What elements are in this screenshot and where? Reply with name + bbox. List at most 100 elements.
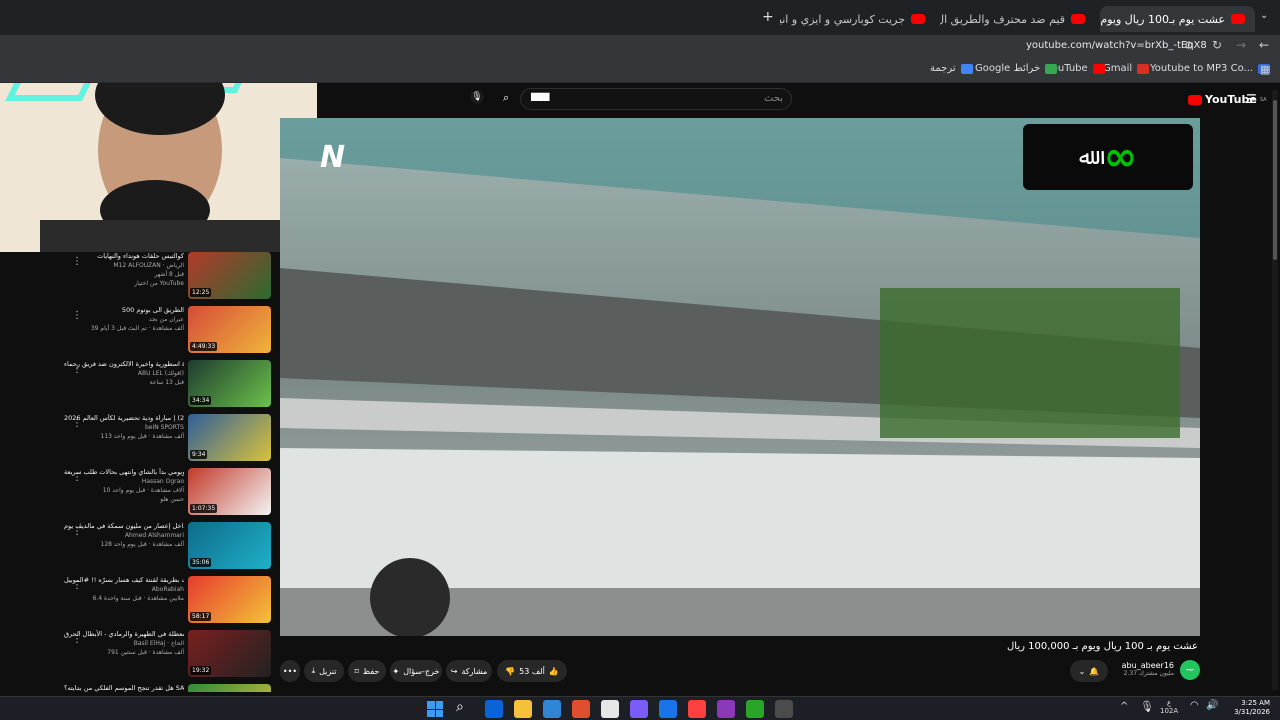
search-input[interactable]: بحث ▇▇▇: [520, 88, 792, 110]
ask-button[interactable]: ✦ خرج-سؤال: [390, 660, 442, 682]
microphone-icon[interactable]: 🎙: [470, 90, 484, 104]
wifi-icon[interactable]: ◠: [1190, 700, 1199, 711]
scrollbar-thumb[interactable]: [1273, 100, 1277, 260]
tab-3[interactable]: ✕ (24) جريت كوبارسي و ايزي و انيي: [780, 6, 935, 32]
bookmark-gmail[interactable]: Gmail: [1103, 63, 1150, 74]
bookmark-yt-mp3[interactable]: Youtube to MP3 Co...: [1150, 63, 1271, 74]
input-language[interactable]: ع 102A: [1160, 699, 1178, 715]
related-video-item[interactable]: ⋮ كوالتيس حلقات هونداء والنهايات M12 ALF…: [0, 252, 280, 302]
related-video-meta: روكيت ليق مباراة اسطورية واخيرة الالكترو…: [64, 360, 184, 387]
related-video-title[interactable]: تريث بطريقة لقنتة كيف هسار بسرّه !! #الم…: [64, 576, 184, 585]
forward-icon[interactable]: →: [1236, 38, 1246, 52]
youtube-header: [317, 84, 1280, 118]
related-video-thumbnail[interactable]: 9:34: [188, 414, 271, 461]
search-icon[interactable]: ⌕: [456, 699, 464, 715]
related-video-channel[interactable]: Basil ElHaj · الحاج: [64, 639, 184, 648]
youtube-logo[interactable]: YouTube SA: [1188, 93, 1267, 106]
taskbar-app-icon[interactable]: [717, 700, 735, 718]
all-bookmarks-icon[interactable]: ▦: [1260, 63, 1270, 76]
save-button[interactable]: ⌑ حفظ: [348, 660, 386, 682]
related-video-thumbnail[interactable]: 34:34: [188, 360, 271, 407]
taskbar-app-icon[interactable]: [688, 700, 706, 718]
dislike-icon[interactable]: 👎: [505, 667, 515, 676]
video-frame: [280, 118, 1200, 636]
watermark-logo: N: [320, 140, 346, 175]
related-video-item[interactable]: ⋮ هل تقدر تنجح الموسم الفلكي من بدايته؟ …: [0, 684, 280, 692]
related-video-item[interactable]: ⋮ سبحت داخل إعصار من مليون سمكة في مالدي…: [0, 522, 280, 572]
bookmark-translate[interactable]: ترجمة: [930, 63, 973, 74]
related-video-thumbnail[interactable]: 58:17: [188, 576, 271, 623]
youtube-favicon-icon: [911, 14, 925, 24]
like-dislike-button[interactable]: 👎 53 ألف 👍: [497, 660, 567, 682]
taskbar-app-icon[interactable]: [514, 700, 532, 718]
channel-avatar[interactable]: ~: [1180, 660, 1200, 680]
reload-icon[interactable]: ↻: [1212, 38, 1222, 52]
related-video-title[interactable]: متابعة في كندا.. ويومي بدأ بالشاي وانتهى…: [64, 468, 184, 477]
address-bar-row: youtube.com/watch?v=brXb_-tEqX8 ⚙ ↻ → ←: [0, 35, 1280, 59]
related-video-thumbnail[interactable]: 4:49:33: [188, 306, 271, 353]
taskbar-app-icon[interactable]: [746, 700, 764, 718]
volume-icon[interactable]: 🔊: [1206, 700, 1218, 711]
taskbar-app-icon[interactable]: [485, 700, 503, 718]
taskbar-app-icon[interactable]: [659, 700, 677, 718]
share-button[interactable]: ↪ مشاركة: [446, 660, 492, 682]
channel-name[interactable]: abu_abeer16: [1120, 661, 1174, 670]
related-video-item[interactable]: ⋮ سحروو على الدايمة المعطلة في الظهيرة و…: [0, 630, 280, 680]
related-video-title[interactable]: الطريق الى بوتوم 500: [64, 306, 184, 315]
back-icon[interactable]: ←: [1259, 38, 1269, 52]
maps-icon: [1045, 63, 1058, 74]
video-player[interactable]: N ﷲ ∞: [280, 118, 1200, 636]
related-video-channel[interactable]: Ahmed Alshammari: [64, 531, 184, 540]
related-video-item[interactable]: ⋮ الطريق الى بوتوم 500 عبران من نجد 39 أ…: [0, 306, 280, 356]
taskbar-app-icon[interactable]: [601, 700, 619, 718]
related-video-item[interactable]: ⋮ روكيت ليق مباراة اسطورية واخيرة الالكت…: [0, 360, 280, 410]
related-video-thumbnail[interactable]: 35:06: [188, 522, 271, 569]
url-field[interactable]: youtube.com/watch?v=brXb_-tEqX8: [1026, 40, 1207, 51]
related-video-item[interactable]: ⋮ متابعة في كندا.. ويومي بدأ بالشاي وانت…: [0, 468, 280, 518]
site-settings-icon[interactable]: ⚙: [1184, 39, 1194, 52]
taskbar-app-icon[interactable]: [543, 700, 561, 718]
microphone-icon[interactable]: 🎙: [1140, 700, 1154, 713]
related-video-title[interactable]: روكيت ليق مباراة اسطورية واخيرة الالكترو…: [64, 360, 184, 369]
more-actions-button[interactable]: •••: [280, 660, 300, 682]
related-video-thumbnail[interactable]: 1:07:35: [188, 468, 271, 515]
tab-2[interactable]: ✕ (24) قيم ضد محترف والطريق ال: [940, 6, 1095, 32]
related-video-item[interactable]: ⋮ ملخص مباراة المانيا وغانا (1-2) | مبار…: [0, 414, 280, 464]
duration-badge: 12:25: [190, 288, 212, 297]
related-video-thumbnail[interactable]: 19:32: [188, 630, 271, 677]
taskbar-app-icon[interactable]: [630, 700, 648, 718]
subscribe-bell-button[interactable]: ⌄ 🔔: [1070, 660, 1108, 682]
related-video-item[interactable]: ⋮ تريث بطريقة لقنتة كيف هسار بسرّه !! #ا…: [0, 576, 280, 626]
related-video-title[interactable]: كوالتيس حلقات هونداء والنهايات: [64, 252, 184, 261]
search-icon[interactable]: ⌕: [503, 91, 509, 105]
related-video-title[interactable]: سبحت داخل إعصار من مليون سمكة في مالديڤ …: [64, 522, 184, 531]
related-video-channel[interactable]: ABU LEL (اقولك): [64, 369, 184, 378]
related-video-channel[interactable]: M12 ALFOUZAN · الرياض: [64, 261, 184, 270]
related-video-thumbnail[interactable]: 12:25: [188, 252, 271, 299]
bookmark-maps[interactable]: Google خرائط: [975, 63, 1058, 74]
related-video-stats: 10 آلاف مشاهدة · قبل يوم واحد: [102, 487, 184, 494]
page-scrollbar[interactable]: [1272, 90, 1278, 690]
taskbar-app-icon[interactable]: [572, 700, 590, 718]
tab-active[interactable]: ✕ (24) عشت يوم بـ100 ريال ويوم: [1100, 6, 1255, 32]
tray-chevron-icon[interactable]: ^: [1120, 701, 1128, 712]
related-video-channel[interactable]: عبران من نجد: [64, 315, 184, 324]
taskbar-app-icon[interactable]: [775, 700, 793, 718]
related-video-title[interactable]: سحروو على الدايمة المعطلة في الظهيرة وال…: [64, 630, 184, 639]
tab-label: (24) جريت كوبارسي و ايزي و انيي: [780, 12, 905, 26]
new-tab-button[interactable]: +: [762, 9, 774, 25]
bell-icon: 🔔: [1089, 666, 1100, 676]
download-button[interactable]: ⤓ تنزيل: [304, 660, 344, 682]
tab-list-chevron-icon[interactable]: ⌄: [1260, 10, 1268, 21]
related-video-channel[interactable]: Hassan Ograo: [64, 477, 184, 486]
translate-icon: [960, 63, 973, 74]
related-video-channel[interactable]: AboRabiah: [64, 585, 184, 594]
related-video-thumbnail[interactable]: [188, 684, 271, 692]
clock[interactable]: 3:25 AM 3/31/2026: [1226, 699, 1270, 717]
start-button[interactable]: [427, 701, 443, 717]
related-video-channel[interactable]: beIN SPORTS: [64, 423, 184, 432]
like-icon[interactable]: 👍: [549, 667, 559, 676]
related-video-title[interactable]: ملخص مباراة المانيا وغانا (1-2) | مباراة…: [64, 414, 184, 423]
related-video-extra: من اختيار YouTube: [134, 280, 184, 287]
related-video-title[interactable]: هل تقدر تنجح الموسم الفلكي من بدايته؟ SA: [64, 684, 184, 692]
